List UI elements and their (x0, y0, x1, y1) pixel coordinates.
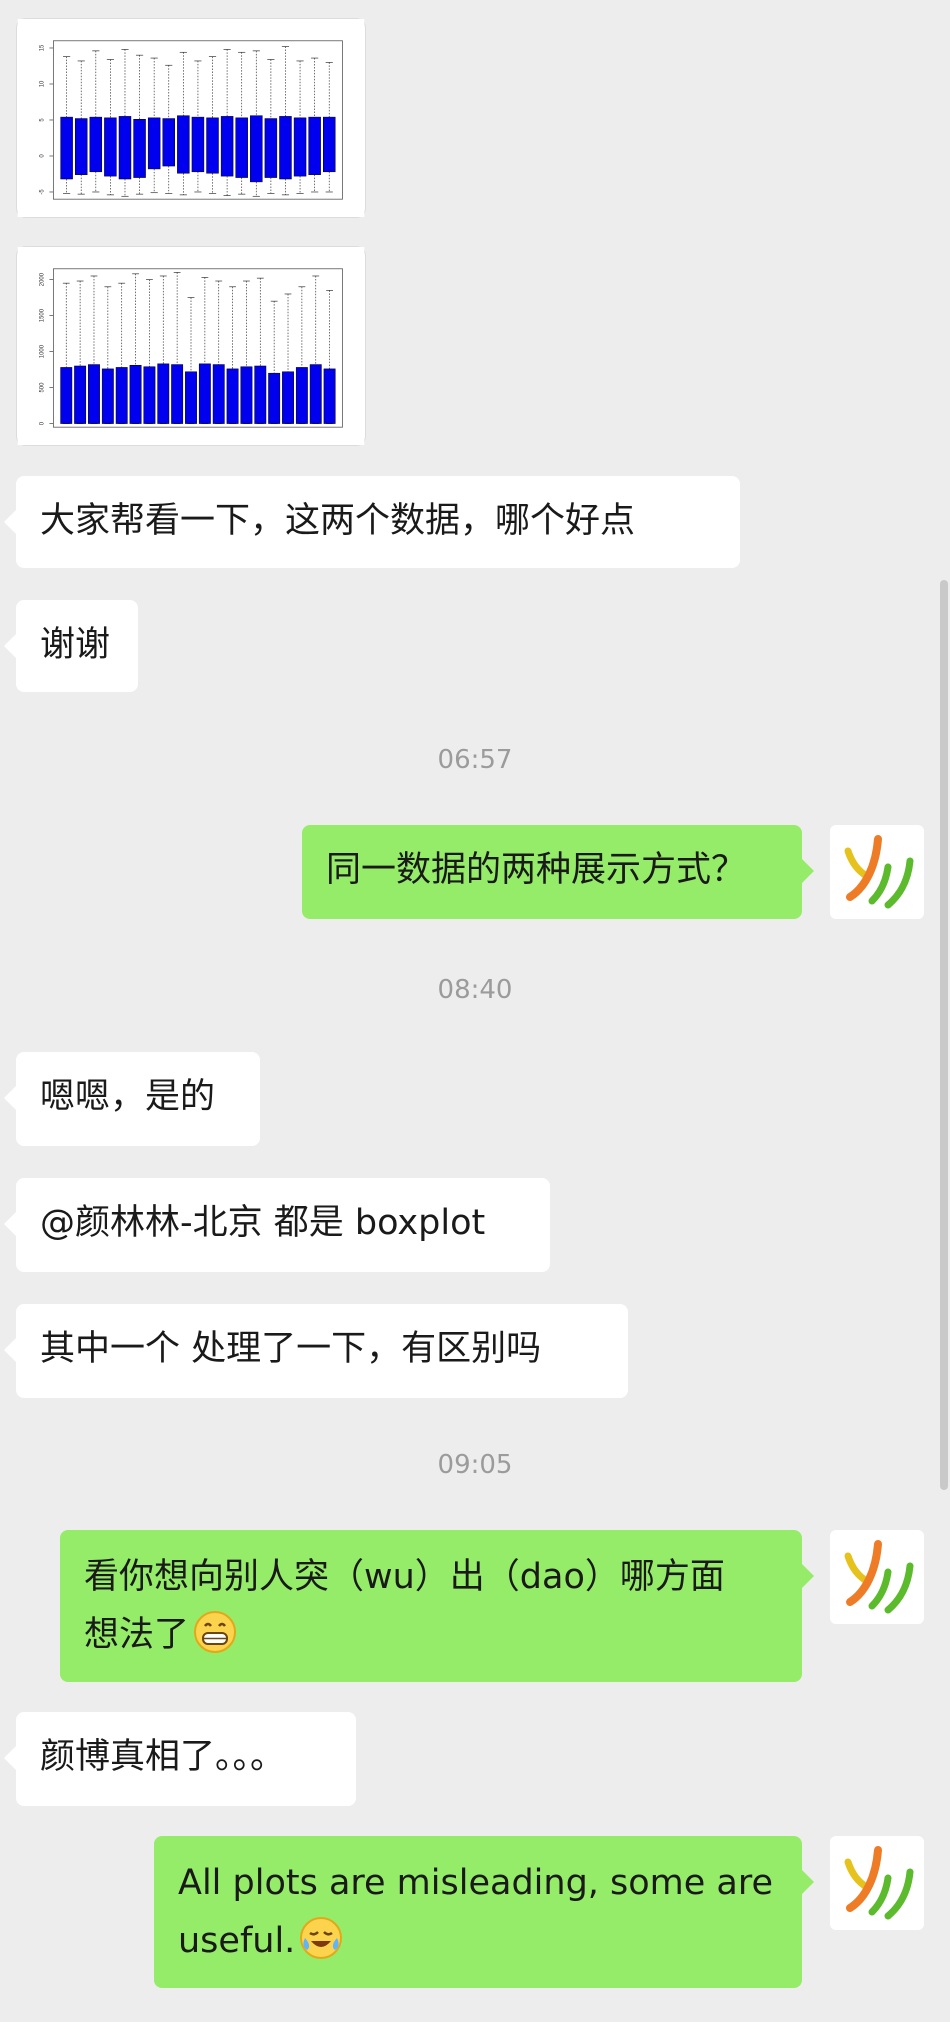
message-bubble[interactable]: 颜博真相了。。。 (4, 1712, 356, 1806)
scrollbar[interactable] (940, 580, 948, 1490)
box (198, 363, 211, 424)
message-text: 其中一个 处理了一下，有区别吗 (40, 1329, 542, 1369)
box (115, 367, 128, 424)
box (282, 371, 294, 424)
avatar[interactable] (830, 1836, 924, 1930)
box (147, 117, 161, 170)
box (293, 117, 307, 177)
box (323, 368, 336, 424)
message-bubble[interactable]: 大家帮看一下，这两个数据，哪个好点 (4, 476, 740, 568)
chart-image-message[interactable]: -5 0 5 10 15 (16, 18, 366, 218)
y-tick-label: 500 (39, 382, 45, 393)
timestamp: 06:57 (437, 745, 513, 775)
message-text: 谢谢 (40, 625, 111, 665)
message-text: 大家帮看一下，这两个数据，哪个好点 (40, 501, 636, 541)
grinning-face-emoji (194, 1611, 237, 1653)
box (250, 115, 263, 183)
crying-laughing-emoji (300, 1917, 343, 1959)
message-text-line: All plots are misleading, some are (178, 1863, 774, 1903)
message-text: 颜博真相了。。。 (40, 1737, 286, 1777)
box (308, 116, 321, 175)
message-bubble[interactable]: 其中一个 处理了一下，有区别吗 (4, 1304, 628, 1398)
y-tick-label: 2000 (39, 272, 45, 286)
box (279, 116, 292, 180)
box (206, 117, 219, 174)
logo-icon (844, 1540, 914, 1614)
y-tick-label: 1000 (39, 344, 45, 358)
box (162, 118, 175, 167)
message-bubble[interactable]: All plots are misleading, some are usefu… (154, 1836, 814, 1988)
message-text-line: 想法了 (84, 1606, 778, 1664)
box (101, 368, 114, 424)
logo-icon (844, 835, 914, 909)
y-tick-label: -5 (39, 189, 45, 195)
timestamp: 08:40 (437, 975, 513, 1005)
box (309, 364, 322, 424)
message-text: 嗯嗯，是的 (40, 1077, 216, 1117)
y-tick-label: 15 (39, 44, 45, 51)
avatar[interactable] (830, 1530, 924, 1624)
box (226, 368, 239, 424)
message-bubble[interactable]: 看你想向别人突（wu）出（dao）哪方面 想法了 (60, 1530, 814, 1682)
message-bubble[interactable]: 谢谢 (4, 600, 138, 692)
box (240, 366, 253, 424)
message-text-line: useful. (178, 1912, 778, 1970)
box (191, 116, 205, 173)
box (220, 116, 234, 177)
box (212, 364, 225, 424)
box (177, 115, 190, 174)
logo-icon (844, 1846, 914, 1920)
box (118, 116, 132, 180)
chart-image-message[interactable]: 0 500 1000 1500 2000 (16, 246, 366, 446)
message-text-line: 看你想向别人突（wu）出（dao）哪方面 (84, 1557, 725, 1597)
box (235, 117, 248, 178)
timestamp: 09:05 (437, 1450, 513, 1480)
box (88, 364, 100, 424)
box (264, 118, 278, 178)
box (60, 116, 73, 180)
box (89, 116, 103, 173)
y-tick-label: 1500 (39, 308, 45, 322)
message-bubble[interactable]: @颜林林-北京 都是 boxplot (4, 1178, 550, 1272)
box (323, 116, 336, 173)
box (60, 367, 73, 424)
box (74, 365, 87, 424)
box (185, 371, 197, 424)
chat-view: -5 0 5 10 15 0 500 1000 1500 2000 大家帮看一下，这两个数据，哪… (0, 0, 950, 2022)
box (133, 119, 146, 178)
box (157, 363, 170, 424)
avatar[interactable] (830, 825, 924, 919)
message-text: 同一数据的两种展示方式？ (326, 850, 747, 890)
box (254, 365, 267, 424)
box (104, 117, 117, 177)
message-bubble[interactable]: 同一数据的两种展示方式？ (302, 825, 814, 919)
box (295, 367, 308, 424)
box (74, 118, 88, 175)
box (171, 364, 184, 424)
message-text: @颜林林-北京 都是 boxplot (40, 1203, 486, 1243)
box (268, 372, 281, 424)
boxplot-chart-1: -5051015 (17, 19, 365, 217)
boxplot-chart-2: 0500100015002000 (17, 247, 365, 445)
box (143, 366, 156, 424)
y-tick-label: 10 (39, 80, 45, 87)
box (129, 365, 142, 424)
message-bubble[interactable]: 嗯嗯，是的 (4, 1052, 260, 1146)
